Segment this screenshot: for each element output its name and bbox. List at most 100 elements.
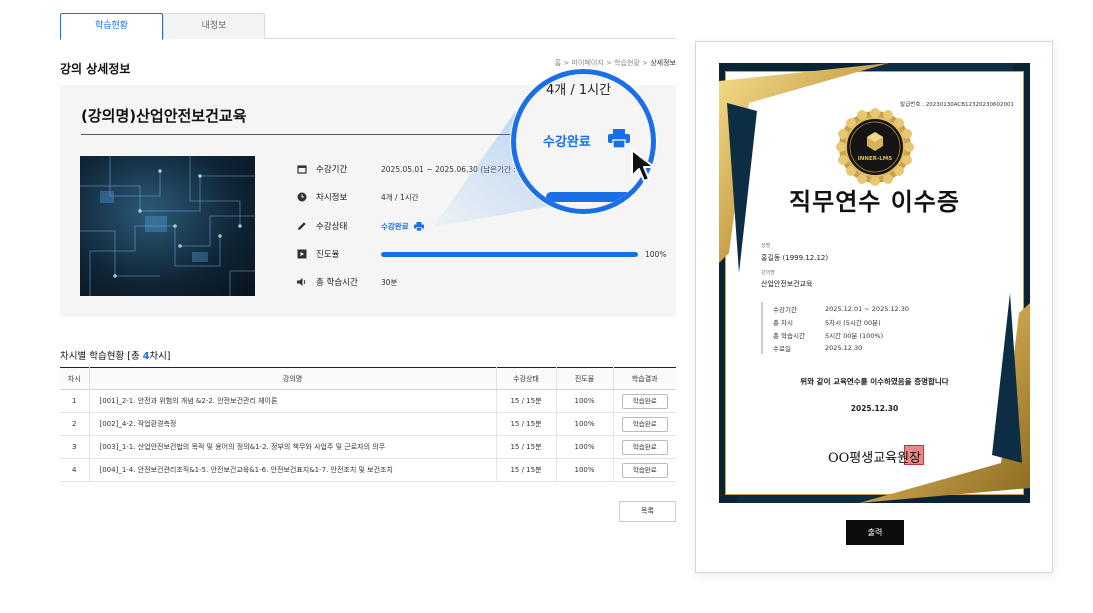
header-status: 수강상태 (495, 367, 556, 390)
print-button[interactable]: 출력 (846, 520, 904, 545)
seal-badge-icon: INNER-LMS (836, 108, 914, 186)
header-name: 강의명 (88, 367, 496, 390)
magnifier-status: 수강완료 (543, 135, 591, 150)
cell-progress: 100% (555, 389, 613, 413)
progress-bar (381, 251, 638, 257)
result-button[interactable]: 학습완료 (621, 393, 668, 409)
magnifier-callout: 4개 / 1시간 수강완료 (511, 69, 656, 214)
status-value: 수강완료 (381, 221, 409, 231)
pencil-icon (296, 220, 308, 232)
cell-name: [003]_1-1. 산업안전보건법의 목적 및 용어의 정의&1-2. 정부의… (88, 435, 496, 459)
cell-name: [001]_2-1. 안전과 위험의 개념 &2-2. 안전보건관리 체이론 (88, 389, 496, 413)
result-button[interactable]: 학습완료 (621, 462, 668, 478)
cell-status: 15 / 15분 (495, 435, 556, 459)
certificate-statement: 위와 같이 교육연수를 이수하였음을 증명합니다 (800, 377, 949, 386)
table-count-prefix: [총 (127, 351, 143, 362)
certificate: 발급번호 : 20230130ACB12320230602001 INNER-L… (719, 63, 1030, 503)
header-no: 차시 (60, 367, 89, 390)
list-button[interactable]: 목록 (619, 501, 676, 522)
detail-value: 5시간 00분 (100%) (825, 331, 884, 340)
cell-progress: 100% (555, 458, 613, 482)
tab-my-info[interactable]: 내정보 (163, 13, 265, 39)
progress-fill (381, 251, 638, 257)
detail-row: 총 차시 5차시 (5시간 00분) (773, 315, 911, 328)
calendar-icon (296, 163, 308, 175)
progress-value: 100% (645, 249, 667, 259)
cell-result: 학습완료 (612, 389, 676, 413)
detail-row: 수료일 2025.12.30 (773, 341, 911, 354)
progress-label: 진도율 (316, 250, 340, 260)
cell-result: 학습완료 (612, 435, 676, 459)
printer-icon[interactable] (608, 129, 630, 153)
magnifier-progress-bar (546, 192, 631, 202)
cell-no: 3 (60, 435, 89, 459)
table-title-text: 차시별 학습현황 (60, 351, 125, 362)
certificate-issuer: OO평생교육원장 (827, 451, 922, 466)
detail-key: 수강기간 (773, 305, 797, 314)
name-label: 성명 (761, 243, 771, 249)
cell-progress: 100% (555, 435, 613, 459)
course-label: 강의명 (761, 270, 775, 276)
table-title: 차시별 학습현황 [총 4차시] (60, 348, 171, 362)
table-row: 4 [004]_1-4. 안전보건관리조직&1-5. 안전보건교육&1-6. 안… (60, 458, 676, 482)
cell-result: 학습완료 (612, 458, 676, 482)
total-time-label: 총 학습시간 (316, 278, 358, 288)
period-value: 2025.05.01 ~ 2025.06.30 (남은기간 : 30 (381, 164, 528, 174)
certificate-details: 수강기간 2025.12.01 ~ 2025.12.30 총 차시 5차시 (5시간… (761, 302, 911, 354)
cell-no: 4 (60, 458, 89, 482)
breadcrumb-sep: > (606, 59, 612, 67)
play-list-icon (296, 248, 308, 260)
cursor-arrow-icon (630, 148, 658, 188)
course-value: 산업안전보건교육 (761, 280, 813, 288)
breadcrumb-current: 상세정보 (650, 59, 676, 67)
tab-bar: 학습현황 내정보 (60, 13, 676, 40)
detail-value: 2025.12.01 ~ 2025.12.30 (825, 304, 910, 313)
course-thumbnail (80, 156, 255, 296)
speaker-icon (296, 276, 308, 288)
cell-progress: 100% (555, 412, 613, 436)
result-button[interactable]: 학습완료 (621, 439, 668, 455)
header-progress: 진도율 (555, 367, 613, 390)
cell-no: 1 (60, 389, 89, 413)
breadcrumb: 홈 > 마이페이지 > 학습현황 > 상세정보 (555, 58, 676, 68)
detail-value: 5차시 (5시간 00분) (825, 318, 881, 327)
issue-number: 발급번호 : 20230130ACB12320230602001 (900, 102, 1014, 108)
breadcrumb-sep: > (563, 59, 570, 67)
cell-name: [002]_4-2. 작업환경측정 (88, 412, 496, 436)
total-time-value: 30분 (381, 277, 398, 287)
detail-value: 2025.12.30 (825, 343, 863, 352)
cell-no: 2 (60, 412, 89, 436)
cell-status: 15 / 15분 (495, 458, 556, 482)
certificate-date: 2025.12.30 (850, 404, 899, 413)
detail-row: 수강기간 2025.12.01 ~ 2025.12.30 (773, 302, 911, 315)
lesson-table: 차시 강의명 수강상태 진도율 학습결과 1 [001]_2-1. 안전과 위험… (60, 367, 676, 482)
table-count-suffix: 차시] (149, 351, 171, 362)
magnifier-sessions: 4개 / 1시간 (546, 83, 612, 98)
info-row-status: 수강상태 수강완료 (296, 218, 424, 234)
name-value: 홍길동 (1999.12.12) (761, 254, 829, 262)
table-header-row: 차시 강의명 수강상태 진도율 학습결과 (60, 367, 676, 390)
result-button[interactable]: 학습완료 (621, 416, 668, 432)
breadcrumb-sep: > (642, 59, 648, 67)
sessions-value: 4개 / 1시간 (381, 192, 419, 202)
printer-icon[interactable] (413, 221, 424, 231)
table-row: 3 [003]_1-1. 산업안전보건법의 목적 및 용어의 정의&1-2. 정… (60, 435, 676, 459)
info-row-sessions: 차시정보 4개 / 1시간 (296, 189, 419, 205)
header-result: 학습결과 (612, 367, 676, 390)
cell-status: 15 / 15분 (495, 412, 556, 436)
cell-result: 학습완료 (612, 412, 676, 436)
seal-text: INNER-LMS (857, 156, 893, 162)
tab-learning-status[interactable]: 학습현황 (60, 13, 163, 40)
status-label: 수강상태 (316, 222, 348, 232)
breadcrumb-learning[interactable]: 학습현황 (614, 59, 640, 67)
table-row: 1 [001]_2-1. 안전과 위험의 개념 &2-2. 안전보건관리 체이론… (60, 389, 676, 413)
cell-name: [004]_1-4. 안전보건관리조직&1-5. 안전보건교육&1-6. 안전보… (88, 458, 496, 482)
detail-key: 총 학습시간 (773, 331, 805, 340)
breadcrumb-home[interactable]: 홈 (555, 59, 561, 67)
detail-key: 총 차시 (773, 318, 794, 327)
detail-row: 총 학습시간 5시간 00분 (100%) (773, 328, 911, 341)
sessions-label: 차시정보 (316, 193, 348, 203)
breadcrumb-mypage[interactable]: 마이페이지 (572, 59, 604, 67)
info-row-total-time: 총 학습시간 30분 (296, 274, 397, 290)
certificate-panel: 발급번호 : 20230130ACB12320230602001 INNER-L… (695, 41, 1053, 573)
